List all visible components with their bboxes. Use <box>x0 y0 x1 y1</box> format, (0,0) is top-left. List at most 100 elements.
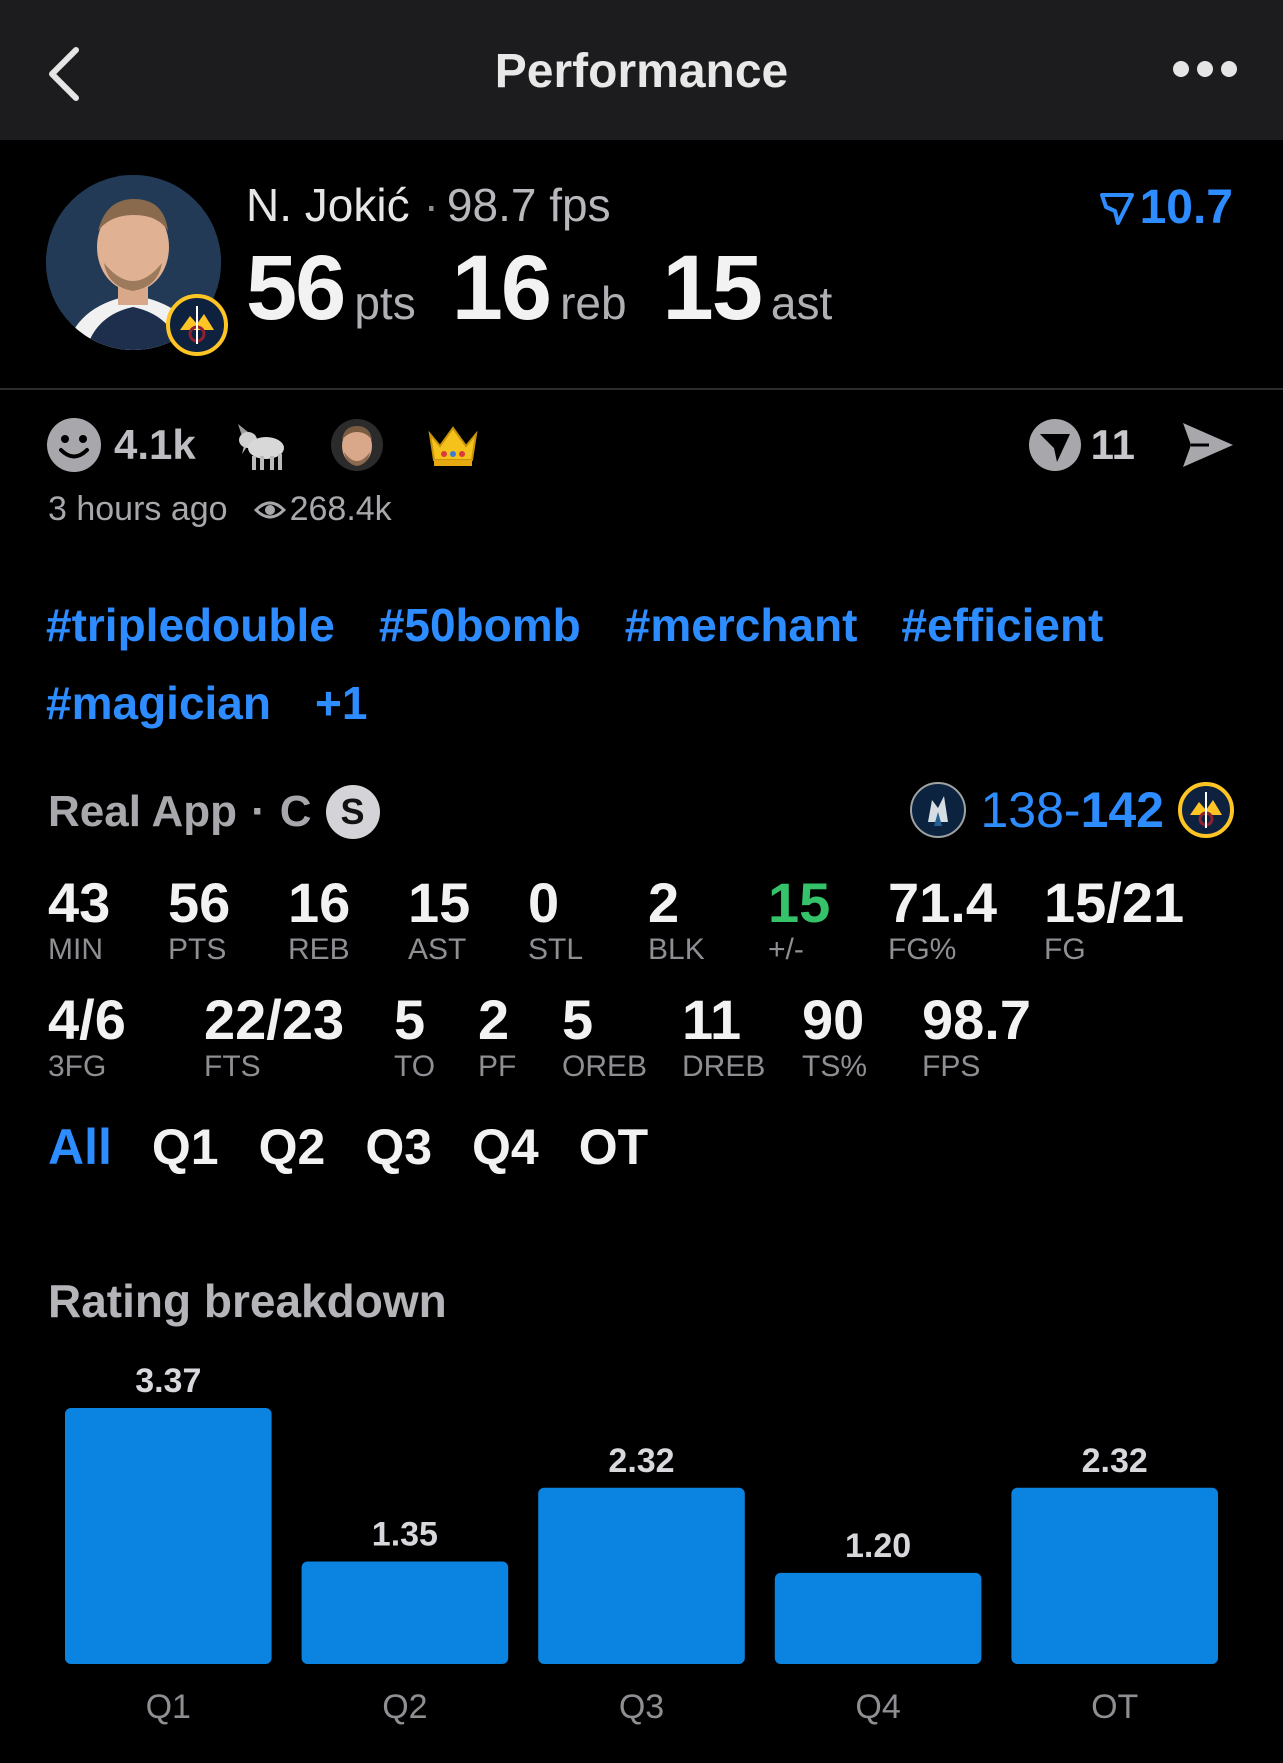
goat-emoji-icon[interactable] <box>232 416 290 474</box>
more-options-icon[interactable] <box>1172 60 1238 78</box>
send-icon[interactable] <box>1179 419 1237 471</box>
smiley-reaction-icon[interactable] <box>46 417 102 473</box>
stat-fts: 22/23 FTS <box>204 990 344 1084</box>
stat-label: FPS <box>922 1050 981 1083</box>
nuggets-logo-icon <box>1178 782 1234 838</box>
divider <box>0 388 1283 390</box>
bar-q3[interactable] <box>538 1487 745 1664</box>
upvote-icon[interactable] <box>1027 417 1083 473</box>
game-score[interactable]: 138-142 <box>910 781 1234 839</box>
view-count: 268.4k <box>289 490 392 528</box>
stat-oreb: 5 OREB <box>562 990 647 1084</box>
stat-label: AST <box>408 933 467 966</box>
stat-value: 56 <box>168 871 231 934</box>
tab-all[interactable]: All <box>48 1118 112 1176</box>
hashtag[interactable]: #tripledouble <box>46 586 335 664</box>
post-actions: 11 <box>1027 410 1237 480</box>
stat-label: FG <box>1044 933 1086 966</box>
hashtag-list: #tripledouble #50bomb #merchant #efficient #… <box>46 586 1246 742</box>
reaction-count: 4.1k <box>114 421 196 468</box>
stat-label: OREB <box>562 1050 648 1083</box>
headline-assists-unit: ast <box>770 277 833 329</box>
stat-label: +/- <box>768 933 804 966</box>
stat-label: FTS <box>204 1050 261 1083</box>
tab-q4[interactable]: Q4 <box>472 1118 539 1176</box>
tab-q3[interactable]: Q3 <box>365 1118 432 1176</box>
player-face-emoji-icon[interactable] <box>328 416 386 474</box>
x-tick-label: OT <box>1091 1688 1138 1726</box>
top-bar: Performance <box>0 0 1283 140</box>
stat-value: 16 <box>288 871 351 934</box>
hashtag[interactable]: #50bomb <box>379 586 581 664</box>
stat-value: 15 <box>408 871 471 934</box>
rating-badge[interactable]: 10.7 <box>1098 180 1233 235</box>
more-tags-button[interactable]: +1 <box>315 664 367 742</box>
stat-min: 43 MIN <box>48 873 110 967</box>
hashtag[interactable]: #merchant <box>625 586 858 664</box>
starter-badge: S <box>325 785 380 839</box>
stat-label: STL <box>528 933 584 966</box>
crown-emoji-icon[interactable] <box>424 416 482 474</box>
page-title: Performance <box>494 45 789 98</box>
source-name: Real App <box>48 787 238 836</box>
bar-q1[interactable] <box>65 1408 272 1664</box>
bar-value-label: 1.35 <box>372 1515 438 1553</box>
period-tabs: All Q1 Q2 Q3 Q4 OT <box>48 1118 648 1176</box>
headline-points-unit: pts <box>354 277 416 329</box>
fantasy-points: 98.7 fps <box>446 179 611 231</box>
stat-label: MIN <box>48 933 103 966</box>
stat-stl: 0 STL <box>528 873 583 967</box>
stat-value: 15/21 <box>1044 871 1185 934</box>
player-position: C <box>279 787 312 836</box>
player-name[interactable]: N. Jokić <box>246 179 410 231</box>
bar-q4[interactable] <box>774 1572 982 1664</box>
separator-dot: · <box>423 179 439 231</box>
stat-ts-pct: 90 TS% <box>802 990 867 1084</box>
bar-value-label: 1.20 <box>845 1527 911 1565</box>
stat-3fg: 4/6 3FG <box>48 990 126 1084</box>
stat-value: 22/23 <box>204 988 345 1051</box>
stat-ast: 15 AST <box>408 873 470 967</box>
rating-value: 10.7 <box>1139 181 1233 234</box>
home-score: 142 <box>1080 782 1164 838</box>
rating-breakdown-title: Rating breakdown <box>48 1275 447 1327</box>
stat-value: 71.4 <box>888 871 997 934</box>
stat-value: 11 <box>682 988 742 1051</box>
x-tick-label: Q1 <box>146 1688 191 1726</box>
bar-value-label: 2.32 <box>608 1442 674 1480</box>
score-display: 138-142 <box>980 781 1164 839</box>
stat-label: FG% <box>888 933 957 966</box>
stat-value: 0 <box>528 871 560 934</box>
stat-value: 5 <box>562 988 594 1051</box>
post-meta: 3 hours ago 268.4k <box>48 490 392 529</box>
hashtag[interactable]: #magician <box>46 664 271 742</box>
stat-value: 43 <box>48 871 111 934</box>
timberwolves-logo-icon <box>910 782 967 838</box>
bar-ot[interactable] <box>1011 1487 1218 1664</box>
post-time: 3 hours ago <box>48 490 228 528</box>
reactions-row: 4.1k <box>46 410 520 480</box>
x-tick-label: Q4 <box>855 1688 900 1726</box>
stat-fg: 15/21 FG <box>1044 873 1184 967</box>
hashtag[interactable]: #efficient <box>901 586 1103 664</box>
x-tick-label: Q2 <box>382 1688 427 1726</box>
stat-plus-minus: 15 +/- <box>768 873 830 967</box>
nuggets-logo-icon <box>166 294 228 356</box>
stat-value: 2 <box>478 988 510 1051</box>
stat-dreb: 11 DREB <box>682 990 765 1084</box>
stat-pts: 56 PTS <box>168 873 230 967</box>
tab-ot[interactable]: OT <box>579 1118 648 1176</box>
stat-value: 4/6 <box>48 988 126 1051</box>
stat-to: 5 TO <box>394 990 435 1084</box>
bar-q2[interactable] <box>301 1561 509 1664</box>
tab-q2[interactable]: Q2 <box>259 1118 326 1176</box>
bar-value-label: 3.37 <box>135 1362 201 1400</box>
x-tick-label: Q3 <box>619 1688 664 1726</box>
tab-q1[interactable]: Q1 <box>152 1118 219 1176</box>
bar-value-label: 2.32 <box>1082 1442 1148 1480</box>
stat-fg-pct: 71.4 FG% <box>888 873 997 967</box>
vote-count: 11 <box>1090 421 1135 468</box>
headline-rebounds-unit: reb <box>560 277 627 329</box>
stat-pf: 2 PF <box>478 990 516 1084</box>
stat-value: 15 <box>768 871 831 934</box>
